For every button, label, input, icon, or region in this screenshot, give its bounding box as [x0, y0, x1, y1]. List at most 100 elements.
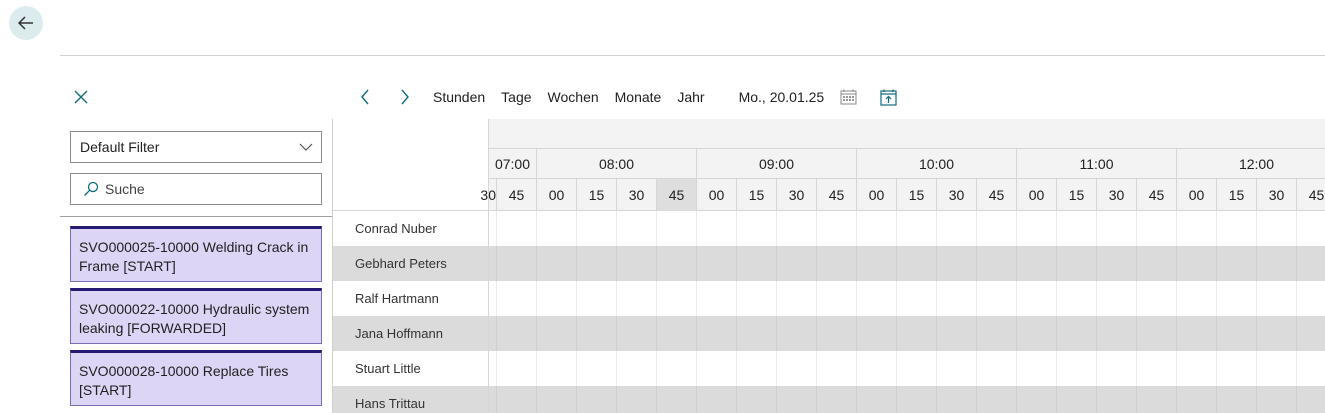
resource-row[interactable]: Hans Trittau	[333, 386, 489, 413]
grid-line	[1016, 386, 1017, 413]
grid-line	[536, 281, 537, 316]
grid-line	[1176, 316, 1177, 351]
timeline-row[interactable]	[489, 386, 1325, 413]
grid-line	[776, 211, 777, 246]
grid-line	[496, 386, 497, 413]
grid-line	[936, 281, 937, 316]
minute-slot[interactable]: 00	[856, 179, 896, 211]
view-months-button[interactable]: Monate	[615, 89, 662, 105]
grid-line	[616, 351, 617, 386]
grid-line	[896, 386, 897, 413]
grid-line	[616, 281, 617, 316]
minute-slot[interactable]: 15	[736, 179, 776, 211]
current-date-label[interactable]: Mo., 20.01.25	[739, 89, 825, 105]
timeline-row[interactable]	[489, 246, 1325, 281]
view-days-button[interactable]: Tage	[501, 89, 531, 105]
grid-line	[736, 351, 737, 386]
grid-line	[656, 316, 657, 351]
minute-slot[interactable]: 00	[1176, 179, 1216, 211]
close-button[interactable]	[70, 86, 92, 108]
grid-line	[496, 281, 497, 316]
minute-slot[interactable]: 15	[576, 179, 616, 211]
back-button[interactable]	[9, 6, 43, 40]
grid-line	[896, 281, 897, 316]
minute-slot[interactable]: 30	[616, 179, 656, 211]
grid-line	[696, 316, 697, 351]
minute-slot[interactable]: 30	[1096, 179, 1136, 211]
grid-line	[1096, 386, 1097, 413]
timeline[interactable]: 07:00 08:00 09:00 10:00 11:00 12:00 30 45 00 15 3…	[480, 119, 1325, 413]
minute-slot[interactable]: 15	[896, 179, 936, 211]
service-order-list: SVO000025-10000 Welding Crack in Frame […	[70, 226, 322, 412]
service-order-card[interactable]: SVO000025-10000 Welding Crack in Frame […	[70, 226, 322, 282]
grid-line	[856, 316, 857, 351]
service-order-card[interactable]: SVO000022-10000 Hydraulic system leaking…	[70, 288, 322, 344]
minute-slot[interactable]: 30	[936, 179, 976, 211]
resource-row[interactable]: Stuart Little	[333, 351, 489, 386]
grid-line	[1176, 386, 1177, 413]
resource-row[interactable]: Gebhard Peters	[333, 246, 489, 281]
timeline-row[interactable]	[489, 281, 1325, 316]
view-weeks-button[interactable]: Wochen	[548, 89, 599, 105]
grid-line	[1136, 281, 1137, 316]
minute-slot[interactable]: 00	[696, 179, 736, 211]
grid-line	[576, 211, 577, 246]
resource-row[interactable]: Jana Hoffmann	[333, 316, 489, 351]
service-order-card[interactable]: SVO000028-10000 Replace Tires [START]	[70, 350, 322, 406]
grid-line	[536, 211, 537, 246]
grid-line	[1176, 211, 1177, 246]
grid-line	[616, 246, 617, 281]
grid-line	[896, 316, 897, 351]
next-period-button[interactable]	[393, 84, 417, 110]
minute-slot[interactable]: 45	[656, 179, 696, 211]
grid-line	[496, 211, 497, 246]
grid-line	[976, 351, 977, 386]
grid-line	[1176, 281, 1177, 316]
calendar-icon	[840, 89, 857, 105]
previous-period-button[interactable]	[353, 84, 377, 110]
minute-slot[interactable]: 15	[1216, 179, 1256, 211]
timeline-row[interactable]	[489, 316, 1325, 351]
minute-slot[interactable]: 30	[776, 179, 816, 211]
minute-slot[interactable]: 45	[1136, 179, 1176, 211]
grid-line	[1216, 281, 1217, 316]
minute-slot[interactable]: 45	[816, 179, 856, 211]
minute-slot[interactable]: 45	[496, 179, 536, 211]
minute-slot[interactable]: 30	[456, 179, 496, 211]
grid-line	[656, 246, 657, 281]
minute-slot[interactable]: 15	[1056, 179, 1096, 211]
filter-value: Default Filter	[80, 139, 160, 155]
minute-slot[interactable]: 45	[976, 179, 1016, 211]
grid-line	[576, 386, 577, 413]
grid-line	[736, 211, 737, 246]
grid-line	[1176, 351, 1177, 386]
minute-slot[interactable]: 30	[1256, 179, 1296, 211]
view-year-button[interactable]: Jahr	[677, 89, 704, 105]
grid-line	[616, 316, 617, 351]
view-hours-button[interactable]: Stunden	[433, 89, 485, 105]
filter-dropdown[interactable]: Default Filter	[70, 131, 322, 163]
timeline-row[interactable]	[489, 351, 1325, 386]
grid-line	[1056, 351, 1057, 386]
grid-line	[576, 316, 577, 351]
grid-line	[816, 211, 817, 246]
grid-line	[536, 316, 537, 351]
resource-row[interactable]: Ralf Hartmann	[333, 281, 489, 316]
minute-slot[interactable]: 00	[1016, 179, 1056, 211]
grid-line	[616, 211, 617, 246]
search-input[interactable]: Suche	[70, 173, 322, 205]
grid-line	[1096, 246, 1097, 281]
grid-line	[1296, 281, 1297, 316]
grid-line	[696, 246, 697, 281]
order-title-line: SVO000022-10000 Hydraulic system	[79, 301, 310, 317]
minute-header: 30 45 00 15 30 45 00 15 30 45 00 15 30 45 00 15 30 45 00 15…	[480, 179, 1325, 211]
grid-line	[776, 246, 777, 281]
date-picker-button[interactable]	[838, 87, 858, 107]
grid-line	[1056, 316, 1057, 351]
grid-line	[1216, 386, 1217, 413]
minute-slot[interactable]: 00	[536, 179, 576, 211]
minute-slot[interactable]: 45	[1296, 179, 1325, 211]
resource-row[interactable]: Conrad Nuber	[333, 211, 489, 246]
timeline-row[interactable]	[489, 211, 1325, 246]
go-to-today-button[interactable]	[878, 87, 898, 107]
